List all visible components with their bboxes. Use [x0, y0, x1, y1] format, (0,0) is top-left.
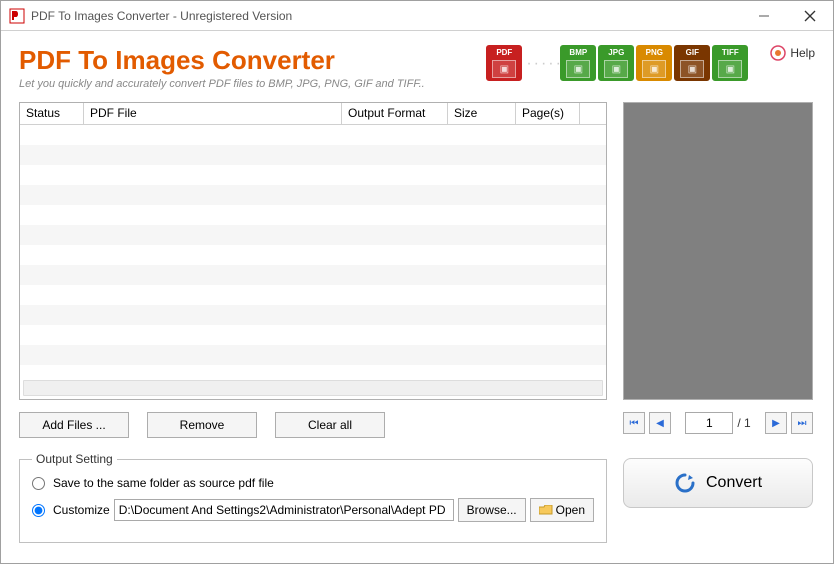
first-page-button[interactable]: ⏮	[623, 412, 645, 434]
table-row[interactable]	[20, 185, 606, 205]
table-row[interactable]	[20, 365, 606, 385]
png-format-icon: PNG▣	[636, 45, 672, 81]
arrow-icon: ······▸	[526, 53, 556, 73]
app-icon	[9, 8, 25, 24]
refresh-icon	[674, 472, 696, 494]
help-icon	[770, 45, 786, 61]
radio-customize-label[interactable]: Customize	[53, 503, 110, 517]
window-controls	[741, 1, 833, 31]
column-pdf-file[interactable]: PDF File	[84, 103, 342, 124]
help-label: Help	[790, 46, 815, 60]
column-status[interactable]: Status	[20, 103, 84, 124]
jpg-format-icon: JPG▣	[598, 45, 634, 81]
open-label: Open	[556, 503, 585, 517]
tiff-format-icon: TIFF▣	[712, 45, 748, 81]
table-row[interactable]	[20, 265, 606, 285]
table-row[interactable]	[20, 145, 606, 165]
output-path-input[interactable]	[114, 499, 454, 521]
column-page-s-[interactable]: Page(s)	[516, 103, 580, 124]
page-title: PDF To Images Converter	[19, 45, 474, 76]
output-setting-group: Output Setting Save to the same folder a…	[19, 452, 607, 543]
column-output-format[interactable]: Output Format	[342, 103, 448, 124]
remove-button[interactable]: Remove	[147, 412, 257, 438]
preview-panel	[623, 102, 813, 400]
page-total: / 1	[737, 416, 750, 430]
table-row[interactable]	[20, 205, 606, 225]
clear-all-button[interactable]: Clear all	[275, 412, 385, 438]
radio-customize[interactable]	[32, 504, 45, 517]
page-subtitle: Let you quickly and accurately convert P…	[19, 78, 474, 90]
minimize-button[interactable]	[741, 1, 787, 31]
page-input[interactable]	[685, 412, 733, 434]
help-link[interactable]: Help	[770, 45, 815, 61]
table-row[interactable]	[20, 125, 606, 145]
pdf-icon: PDF ▣	[486, 45, 522, 81]
table-row[interactable]	[20, 245, 606, 265]
table-row[interactable]	[20, 285, 606, 305]
folder-icon	[539, 505, 553, 516]
next-page-button[interactable]: ▶	[765, 412, 787, 434]
radio-same-label[interactable]: Save to the same folder as source pdf fi…	[53, 476, 274, 490]
add-files-button[interactable]: Add Files ...	[19, 412, 129, 438]
format-icons: PDF ▣ ······▸ BMP▣JPG▣PNG▣GIF▣TIFF▣	[486, 45, 748, 81]
table-row[interactable]	[20, 225, 606, 245]
bmp-format-icon: BMP▣	[560, 45, 596, 81]
convert-label: Convert	[706, 474, 762, 492]
pager: ⏮ ◀ / 1 ▶ ⏭	[623, 412, 813, 434]
close-button[interactable]	[787, 1, 833, 31]
browse-button[interactable]: Browse...	[458, 498, 526, 522]
titlebar: PDF To Images Converter - Unregistered V…	[1, 1, 833, 31]
open-button[interactable]: Open	[530, 498, 594, 522]
table-row[interactable]	[20, 305, 606, 325]
window-title: PDF To Images Converter - Unregistered V…	[31, 9, 741, 23]
table-row[interactable]	[20, 345, 606, 365]
radio-same-folder[interactable]	[32, 477, 45, 490]
file-table[interactable]: StatusPDF FileOutput FormatSizePage(s)	[19, 102, 607, 400]
table-row[interactable]	[20, 165, 606, 185]
gif-format-icon: GIF▣	[674, 45, 710, 81]
prev-page-button[interactable]: ◀	[649, 412, 671, 434]
last-page-button[interactable]: ⏭	[791, 412, 813, 434]
column-size[interactable]: Size	[448, 103, 516, 124]
output-legend: Output Setting	[32, 452, 117, 466]
convert-button[interactable]: Convert	[623, 458, 813, 508]
table-row[interactable]	[20, 325, 606, 345]
